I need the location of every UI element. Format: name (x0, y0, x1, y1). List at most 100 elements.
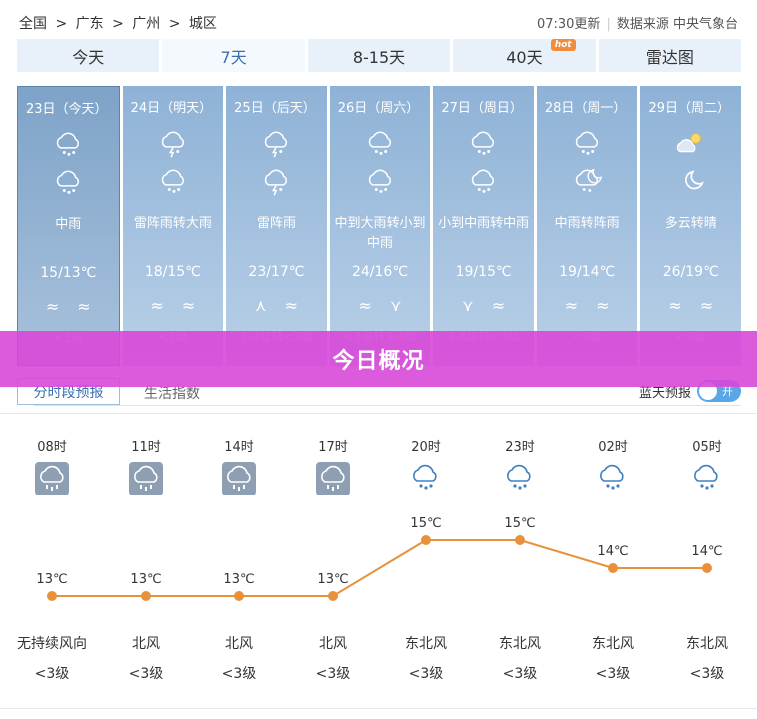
temperature-range: 23/17℃ (248, 264, 305, 280)
hour-temperature: 15℃ (504, 516, 536, 531)
breadcrumb-sep: > (168, 16, 181, 32)
hour-wind-direction: 无持续风向 (17, 636, 87, 652)
hour-wind-direction: 东北风 (499, 636, 541, 652)
day-date: 26日（周六） (337, 101, 420, 116)
breadcrumb-city[interactable]: 广州 (132, 16, 160, 32)
temperature-range: 19/14℃ (559, 264, 616, 280)
wind-day-icon: ⋏ (254, 296, 267, 315)
day-date: 24日（明天） (130, 101, 213, 116)
hot-badge: hot (550, 39, 576, 51)
temperature-point (234, 591, 244, 601)
tab-radar[interactable]: 雷达图 (598, 39, 742, 72)
temperature-range: 19/15℃ (455, 264, 512, 280)
day-card[interactable]: 28日（周一） 中雨转阵雨 19/14℃ ≈≈ <3级 (536, 86, 638, 366)
weather-description: 中到大雨转小到中雨 (334, 216, 426, 251)
hour-wind-level: <3级 (221, 666, 257, 682)
hourly-forecast: 08时 13℃ 无持续风向 <3级 11时 13℃ 北风 <3级 14时 13℃ 北风 <3级 1… (0, 430, 757, 690)
wind-direction-icons: ≈ ≈ (123, 296, 224, 316)
temperature-point (608, 563, 618, 573)
rain-box-icon (128, 461, 164, 497)
wind-night-icon: ≈ (596, 296, 610, 315)
weather-description: 中雨 (55, 217, 82, 232)
day-date: 27日（周日） (441, 101, 523, 116)
hour-time: 08时 (37, 440, 67, 455)
breadcrumb-sep: > (112, 16, 124, 32)
hour-wind-level: <3级 (128, 666, 164, 682)
day-card[interactable]: 25日（后天） 雷阵雨 23/17℃ ⋏≈ 3-4级转<3级 (226, 86, 327, 366)
day-card[interactable]: 29日（周二） 多云转晴 26/19℃ ≈≈ <3级 (640, 86, 742, 366)
hour-temperature: 13℃ (317, 572, 349, 587)
day-date: 29日（周二） (648, 101, 731, 116)
wind-night-icon: ≈ (284, 296, 298, 315)
weather-description: 多云转晴 (664, 216, 717, 231)
rain-icon (364, 128, 398, 158)
partly-cloudy-icon (674, 128, 708, 158)
divider (0, 413, 757, 414)
temperature-range: 15/13℃ (40, 265, 97, 281)
day-date: 23日（今天） (26, 102, 108, 117)
tab-8-15days[interactable]: 8-15天 (307, 39, 451, 72)
breadcrumb-district[interactable]: 城区 (189, 16, 217, 32)
wind-direction-icons: ≈ ≈ (640, 296, 741, 316)
hour-time: 11时 (131, 440, 161, 455)
hour-time: 23时 (505, 440, 535, 455)
hour-temperature: 13℃ (130, 572, 162, 587)
weather-description: 雷阵雨转大雨 (133, 216, 212, 231)
tab-today[interactable]: 今天 (17, 39, 160, 72)
hour-time: 02时 (598, 440, 628, 455)
source-label: 数据来源 (616, 17, 669, 32)
temperature-point (47, 591, 57, 601)
tab-40days[interactable]: 40天 hot (453, 39, 596, 72)
hour-wind-level: <3级 (689, 666, 725, 682)
top-bar: 全国 > 广东 > 广州 > 城区 07:30更新 | 数据来源 中央气象台 (0, 0, 757, 38)
wind-night-icon: ≈ (699, 296, 714, 315)
rain-outline-icon (502, 461, 538, 497)
rain-icon (52, 167, 86, 197)
wind-day-icon: ⋎ (462, 296, 474, 315)
wind-night-icon: ⋎ (389, 296, 402, 315)
hour-column: 23时 (475, 436, 565, 497)
wind-day-icon: ≈ (150, 296, 164, 315)
hour-temperature: 14℃ (691, 544, 723, 559)
temperature-point (141, 591, 151, 601)
hour-column: 11时 (101, 436, 191, 497)
hour-wind-direction: 东北风 (592, 636, 634, 652)
hour-wind-level: <3级 (408, 666, 444, 682)
rain-box-icon (315, 461, 351, 497)
hour-wind-level: <3级 (502, 666, 538, 682)
rain-icon (364, 166, 398, 196)
wind-direction-icons: ⋎ ≈ (433, 296, 534, 316)
day-card[interactable]: 27日（周日） 小到中雨转中雨 19/15℃ ⋎≈ 3-4级转<3级 (433, 86, 534, 366)
temperature-range: 18/15℃ (144, 264, 201, 280)
thunder-rain-icon (260, 128, 294, 158)
hour-wind-level: <3级 (315, 666, 351, 682)
breadcrumb-sep: > (55, 16, 68, 32)
day-card[interactable]: 23日（今天） 中雨 15/13℃ ≈≈ <3级 (17, 86, 120, 366)
rain-icon (467, 128, 501, 158)
temperature-range: 26/19℃ (662, 264, 719, 280)
wind-night-icon: ≈ (181, 296, 196, 315)
wind-day-icon: ≈ (45, 297, 60, 316)
hour-wind-level: <3级 (595, 666, 631, 682)
rain-outline-icon (408, 461, 444, 497)
hour-time: 17时 (318, 440, 348, 455)
moon-icon (674, 166, 708, 196)
breadcrumb-country[interactable]: 全国 (19, 16, 47, 32)
day-card[interactable]: 24日（明天） 雷阵雨转大雨 18/15℃ ≈≈ <3级 (122, 86, 224, 366)
hour-column: 20时 (381, 436, 471, 497)
rain-icon (467, 166, 501, 196)
wind-night-icon: ≈ (491, 296, 506, 315)
hour-wind-level: <3级 (34, 666, 70, 682)
source-name: 中央气象台 (672, 17, 738, 32)
breadcrumb-province[interactable]: 广东 (76, 16, 104, 32)
hour-time: 05时 (692, 440, 722, 455)
rain-outline-icon (595, 461, 631, 497)
wind-day-icon: ≈ (668, 296, 682, 315)
hour-temperature: 15℃ (410, 516, 442, 531)
weather-description: 中雨转阵雨 (554, 216, 620, 231)
day-card[interactable]: 26日（周六） 中到大雨转小到中雨 24/16℃ ≈⋎ <3级转3-4级 (329, 86, 431, 366)
divider (0, 708, 757, 709)
hour-column: 02时 (568, 436, 658, 497)
tab-7days[interactable]: 7天 (162, 39, 305, 72)
wind-direction-icons: ⋏ ≈ (226, 296, 327, 316)
